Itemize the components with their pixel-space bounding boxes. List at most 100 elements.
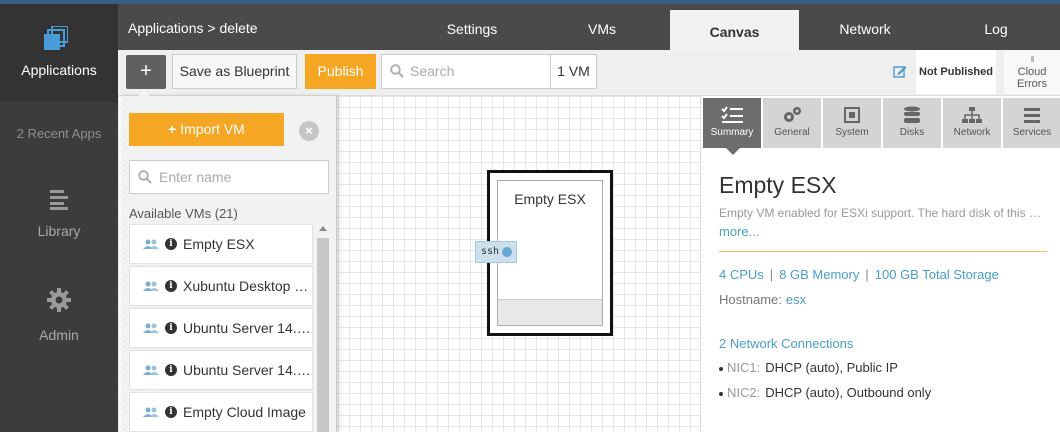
nic-value: DHCP (auto), Outbound only xyxy=(765,385,932,400)
applications-icon xyxy=(44,26,68,50)
vm-item-label: Ubuntu Server 14.04 xyxy=(183,362,313,378)
users-icon xyxy=(143,239,159,249)
tab-summary[interactable]: Summary xyxy=(703,98,761,148)
list-item[interactable]: i Ubuntu Server 14.04 xyxy=(129,350,313,390)
storage-size[interactable]: 100 GB Total Storage xyxy=(875,267,999,282)
cpu-count[interactable]: 4 CPUs xyxy=(719,267,764,282)
vm-node-footer xyxy=(498,299,602,325)
add-vm-panel: + Import VM × Enter name Available VMs (… xyxy=(121,90,337,432)
tab-network[interactable]: Network xyxy=(801,4,929,50)
cloud-errors-label-2: Errors xyxy=(1017,78,1047,90)
tab-disks[interactable]: Disks xyxy=(883,98,941,148)
separator: | xyxy=(865,267,869,282)
list-item[interactable]: i Ubuntu Server 14.04 xyxy=(129,308,313,348)
vm-name-search-input[interactable]: Enter name xyxy=(129,160,329,194)
database-icon xyxy=(904,106,920,123)
tab-system[interactable]: System xyxy=(823,98,881,148)
nic-row: NIC1: DHCP (auto), Public IP xyxy=(719,360,898,375)
vm-search-placeholder: Enter name xyxy=(159,169,232,185)
add-vm-button[interactable]: + xyxy=(126,55,166,89)
edit-icon[interactable] xyxy=(893,64,907,78)
bullet xyxy=(719,391,723,396)
nic-label: NIC1: xyxy=(727,360,761,375)
import-vm-label: Import VM xyxy=(180,121,245,137)
info-icon[interactable]: i xyxy=(165,322,177,334)
tab-disks-label: Disks xyxy=(899,127,925,138)
active-tab-notch xyxy=(726,148,740,155)
close-icon[interactable]: × xyxy=(299,121,319,141)
vm-title: Empty ESX xyxy=(719,172,837,198)
cloud-errors-indicator xyxy=(1030,56,1034,62)
vm-item-label: Xubuntu Desktop 14.04 xyxy=(183,278,312,294)
info-icon[interactable]: i xyxy=(165,238,177,250)
cloud-errors[interactable]: Cloud Errors xyxy=(1004,50,1060,94)
users-icon xyxy=(143,281,159,291)
vm-node-title: Empty ESX xyxy=(514,191,586,207)
search-icon xyxy=(390,64,404,78)
info-icon[interactable]: i xyxy=(165,280,177,292)
vm-list-scroll-thumb[interactable] xyxy=(317,238,329,432)
summary-icon xyxy=(721,106,743,123)
nav-admin[interactable]: Admin xyxy=(0,288,118,343)
info-icon[interactable]: i xyxy=(165,364,177,376)
ssh-port[interactable]: ssh xyxy=(475,241,517,263)
vm-item-label: Ubuntu Server 14.04 xyxy=(183,320,313,336)
search-icon xyxy=(138,170,152,184)
tab-services-label: Services xyxy=(1012,127,1052,138)
nav-library[interactable]: Library xyxy=(0,188,118,239)
tab-system-label: System xyxy=(835,127,869,138)
import-vm-button[interactable]: + Import VM xyxy=(129,113,284,146)
nic-row: NIC2: DHCP (auto), Outbound only xyxy=(719,385,931,400)
vm-item-label: Empty ESX xyxy=(183,236,255,252)
ssh-port-label: ssh xyxy=(481,246,500,257)
scroll-up-arrow-icon[interactable] xyxy=(319,226,327,231)
details-tabs: Summary General System Disks Network Ser… xyxy=(703,98,1060,155)
left-nav: Applications 2 Recent Apps Library Admin xyxy=(0,4,118,432)
more-link[interactable]: more... xyxy=(719,224,759,239)
info-icon[interactable]: i xyxy=(165,406,177,418)
tab-settings[interactable]: Settings xyxy=(408,4,536,50)
tab-general-label: General xyxy=(774,127,810,138)
publish-status: Not Published xyxy=(916,50,996,94)
vm-description: Empty VM enabled for ESXi support. The h… xyxy=(719,206,1045,220)
nav-applications-label: Applications xyxy=(21,62,97,78)
nav-recent-apps[interactable]: 2 Recent Apps xyxy=(0,126,118,141)
available-vms-label: Available VMs (21) xyxy=(129,206,238,221)
tab-summary-label: Summary xyxy=(710,127,754,138)
cloud-errors-label-1: Cloud xyxy=(1017,66,1047,78)
top-bar: Applications > delete Settings VMs Canva… xyxy=(118,4,1060,50)
breadcrumb[interactable]: Applications > delete xyxy=(128,20,258,36)
memory-size[interactable]: 8 GB Memory xyxy=(779,267,859,282)
nav-library-label: Library xyxy=(37,223,81,239)
ssh-port-connector[interactable] xyxy=(502,247,512,257)
hostname-value[interactable]: esx xyxy=(786,292,806,307)
tab-services[interactable]: Services xyxy=(1003,98,1060,148)
vm-item-label: Empty Cloud Image xyxy=(183,404,306,420)
list-item[interactable]: i Empty ESX xyxy=(129,224,313,264)
tab-canvas[interactable]: Canvas xyxy=(670,10,799,50)
vm-specs: 4 CPUs | 8 GB Memory | 100 GB Total Storage xyxy=(719,267,999,282)
hostname-label: Hostname: xyxy=(719,292,782,307)
tab-vms[interactable]: VMs xyxy=(538,4,666,50)
library-icon xyxy=(50,190,68,210)
list-item[interactable]: i Empty Cloud Image xyxy=(129,392,313,432)
plus-icon: + xyxy=(168,121,177,137)
vm-list: i Empty ESX i Xubuntu Desktop 14.04 i Ub… xyxy=(129,224,313,432)
gears-icon xyxy=(784,107,801,122)
tab-log[interactable]: Log xyxy=(932,4,1060,50)
publish-button[interactable]: Publish xyxy=(305,54,376,89)
search-input[interactable]: Search xyxy=(381,54,551,89)
bullet xyxy=(719,366,723,371)
tab-network-label: Network xyxy=(953,127,991,138)
save-as-blueprint-button[interactable]: Save as Blueprint xyxy=(172,54,297,89)
nic-value: DHCP (auto), Public IP xyxy=(765,360,898,375)
nav-admin-label: Admin xyxy=(39,327,79,343)
list-item[interactable]: i Xubuntu Desktop 14.04 xyxy=(129,266,313,306)
tab-network-details[interactable]: Network xyxy=(943,98,1001,148)
nav-applications[interactable]: Applications xyxy=(0,4,118,102)
nic-label: NIC2: xyxy=(727,385,761,400)
details-panel: Summary General System Disks Network Ser… xyxy=(700,96,1060,432)
vm-count: 1 VM xyxy=(551,54,597,89)
tab-general[interactable]: General xyxy=(763,98,821,148)
network-connections-link[interactable]: 2 Network Connections xyxy=(719,336,853,351)
